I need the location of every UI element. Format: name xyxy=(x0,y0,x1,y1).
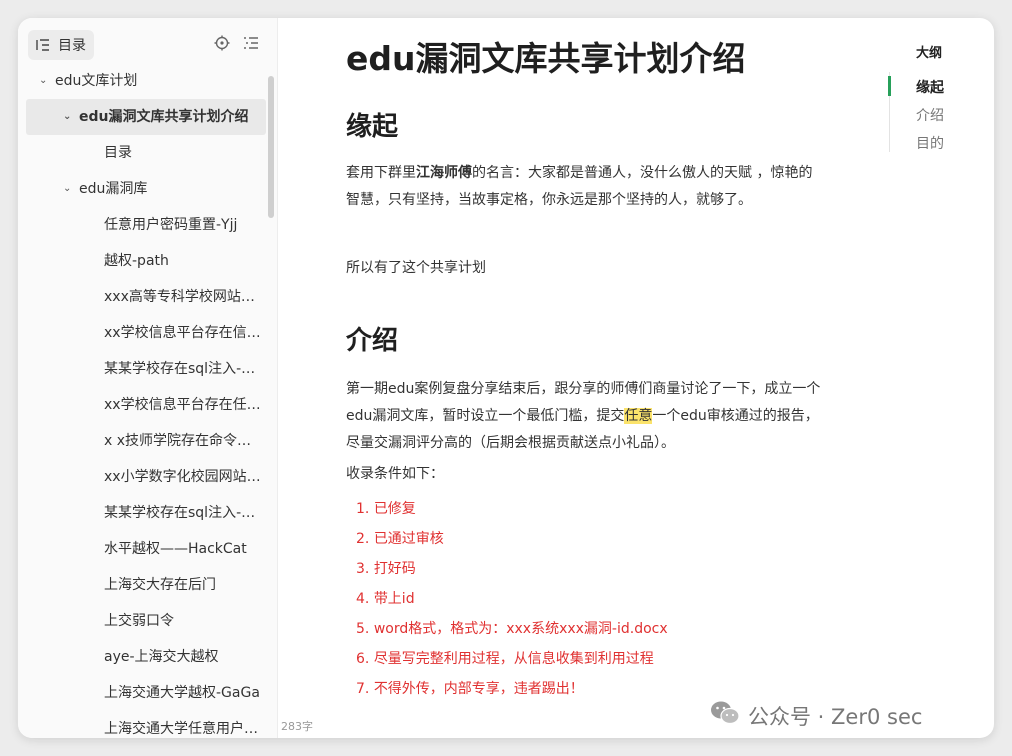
outline-item-purpose[interactable]: 目的 xyxy=(916,133,944,153)
outline-item-intro[interactable]: 介绍 xyxy=(916,105,944,125)
list-number: 3. xyxy=(356,561,374,577)
watermark: 公众号 · Zer0 sec xyxy=(710,700,922,731)
tree-item[interactable]: xx小学数字化校园网站… xyxy=(18,459,270,495)
condition-item: 3. 打好码 xyxy=(356,556,668,586)
tree-item-label: 上海交通大学越权-GaGa xyxy=(104,685,260,701)
watermark-text: 公众号 · Zer0 sec xyxy=(748,704,923,729)
tree-item[interactable]: 上海交通大学任意用户… xyxy=(18,711,270,738)
tree-item[interactable]: 某某学校存在sql注入-… xyxy=(18,351,270,387)
condition-item: 7. 不得外传，内部专享，违者踢出！ xyxy=(356,676,668,706)
tree-item-label: edu文库计划 xyxy=(55,73,138,89)
tree-item-label: xx学校信息平台存在信… xyxy=(104,325,261,341)
toc-list-icon xyxy=(36,38,50,52)
tree-item-label: edu漏洞库 xyxy=(79,181,148,197)
tree-item-active[interactable]: ⌄ edu漏洞文库共享计划介绍 xyxy=(26,99,266,135)
condition-item: 2. 已通过审核 xyxy=(356,526,668,556)
tree-item[interactable]: xx学校信息平台存在任… xyxy=(18,387,270,423)
paragraph-origin: 套用下群里江海师傅的名言：大家都是普通人，没什么傲人的天赋 ，惊艳的智慧，只有坚… xyxy=(346,160,824,214)
toc-tab-label: 目录 xyxy=(58,38,86,54)
tree-item-label: xxx高等专科学校网站… xyxy=(104,289,255,305)
page-title: edu漏洞文库共享计划介绍 xyxy=(346,39,746,78)
outline-item-origin[interactable]: 缘起 xyxy=(916,77,944,97)
conditions-list: 1. 已修复 2. 已通过审核 3. 打好码 4. 带上id 5. word格式，格式为… xyxy=(356,496,668,706)
bold-name: 江海师傅 xyxy=(416,165,472,181)
tree-item-label: xx小学数字化校园网站… xyxy=(104,469,261,485)
tree-item-label: 任意用户密码重置-Yjj xyxy=(104,217,238,233)
tree-item[interactable]: 水平越权——HackCat xyxy=(18,531,270,567)
condition-text: 打好码 xyxy=(373,561,416,577)
tree-item[interactable]: 上交弱口令 xyxy=(18,603,270,639)
condition-text: 不得外传，内部专享，违者踢出！ xyxy=(373,681,584,697)
tree-item-label: 上海交大存在后门 xyxy=(104,577,216,593)
tree-item-label: edu漏洞文库共享计划介绍 xyxy=(79,109,249,125)
tree-item[interactable]: 上海交大存在后门 xyxy=(18,567,270,603)
app-window: 目录 ⌄ edu文库计划 ⌄ edu漏洞文库共享计划介绍 目录 ⌄ edu漏洞库… xyxy=(18,18,994,738)
tree-item[interactable]: x x技师学院存在命令… xyxy=(18,423,270,459)
list-number: 5. xyxy=(356,621,374,637)
tree-item[interactable]: ⌄ edu漏洞库 xyxy=(18,171,270,207)
sidebar: 目录 ⌄ edu文库计划 ⌄ edu漏洞文库共享计划介绍 目录 ⌄ edu漏洞库… xyxy=(18,18,278,738)
tree-item-label: 某某学校存在sql注入-… xyxy=(104,361,256,377)
tree-item-label: 某某学校存在sql注入-… xyxy=(104,505,256,521)
list-number: 6. xyxy=(356,651,374,667)
chevron-down-icon[interactable]: ⌄ xyxy=(63,171,71,207)
chevron-down-icon[interactable]: ⌄ xyxy=(39,63,47,99)
condition-text: 已通过审核 xyxy=(373,531,444,547)
text-fragment: 套用下群里 xyxy=(346,165,416,181)
tree-item-label: x x技师学院存在命令… xyxy=(104,433,252,449)
locate-icon[interactable] xyxy=(214,35,230,55)
list-number: 4. xyxy=(356,591,374,607)
paragraph-conditions-lead: 收录条件如下： xyxy=(346,466,444,482)
outline-active-indicator xyxy=(888,76,891,96)
sidebar-scrollbar[interactable] xyxy=(268,76,274,218)
tree-item-label: aye-上海交大越权 xyxy=(104,649,219,665)
list-number: 2. xyxy=(356,531,374,547)
tree-item-label: 上交弱口令 xyxy=(104,613,174,629)
condition-text: word格式，格式为：xxx系统xxx漏洞-id.docx xyxy=(373,621,668,637)
tree-item[interactable]: 目录 xyxy=(18,135,270,171)
collapse-list-icon[interactable] xyxy=(243,35,259,55)
word-count: 283字 xyxy=(281,720,313,733)
condition-item: 6. 尽量写完整利用过程，从信息收集到利用过程 xyxy=(356,646,668,676)
paragraph-intro: 第一期edu案例复盘分享结束后，跟分享的师傅们商量讨论了一下，成立一个edu漏洞… xyxy=(346,376,824,457)
tree-item[interactable]: xxx高等专科学校网站… xyxy=(18,279,270,315)
tree-item[interactable]: 某某学校存在sql注入-… xyxy=(18,495,270,531)
outline-title: 大纲 xyxy=(916,46,943,61)
list-number: 1. xyxy=(356,501,374,517)
tree-item-label: 越权-path xyxy=(104,253,169,269)
condition-text: 尽量写完整利用过程，从信息收集到利用过程 xyxy=(373,651,654,667)
highlighted-text: 任意 xyxy=(624,408,653,424)
tree-item[interactable]: ⌄ edu文库计划 xyxy=(18,63,270,99)
chevron-down-icon[interactable]: ⌄ xyxy=(63,99,71,135)
condition-item: 1. 已修复 xyxy=(356,496,668,526)
tree-item[interactable]: xx学校信息平台存在信… xyxy=(18,315,270,351)
wechat-icon xyxy=(710,700,740,731)
tree-item-label: xx学校信息平台存在任… xyxy=(104,397,261,413)
condition-text: 已修复 xyxy=(373,501,416,517)
tree-item-label: 上海交通大学任意用户… xyxy=(104,721,258,737)
tree-item[interactable]: aye-上海交大越权 xyxy=(18,639,270,675)
heading-origin: 缘起 xyxy=(346,112,399,142)
tree-item[interactable]: 任意用户密码重置-Yjj xyxy=(18,207,270,243)
file-tree: ⌄ edu文库计划 ⌄ edu漏洞文库共享计划介绍目录 ⌄ edu漏洞库任意用户密码重置-… xyxy=(18,63,270,738)
toc-tab[interactable]: 目录 xyxy=(28,30,94,60)
paragraph-plan: 所以有了这个共享计划 xyxy=(346,260,486,276)
tree-item-label: 目录 xyxy=(104,145,132,161)
condition-item: 4. 带上id xyxy=(356,586,668,616)
tree-item[interactable]: 越权-path xyxy=(18,243,270,279)
condition-item: 5. word格式，格式为：xxx系统xxx漏洞-id.docx xyxy=(356,616,668,646)
condition-text: 带上id xyxy=(373,591,415,607)
heading-intro: 介绍 xyxy=(346,326,399,356)
list-number: 7. xyxy=(356,681,374,697)
tree-item[interactable]: 上海交通大学越权-GaGa xyxy=(18,675,270,711)
tree-item-label: 水平越权——HackCat xyxy=(104,541,247,557)
